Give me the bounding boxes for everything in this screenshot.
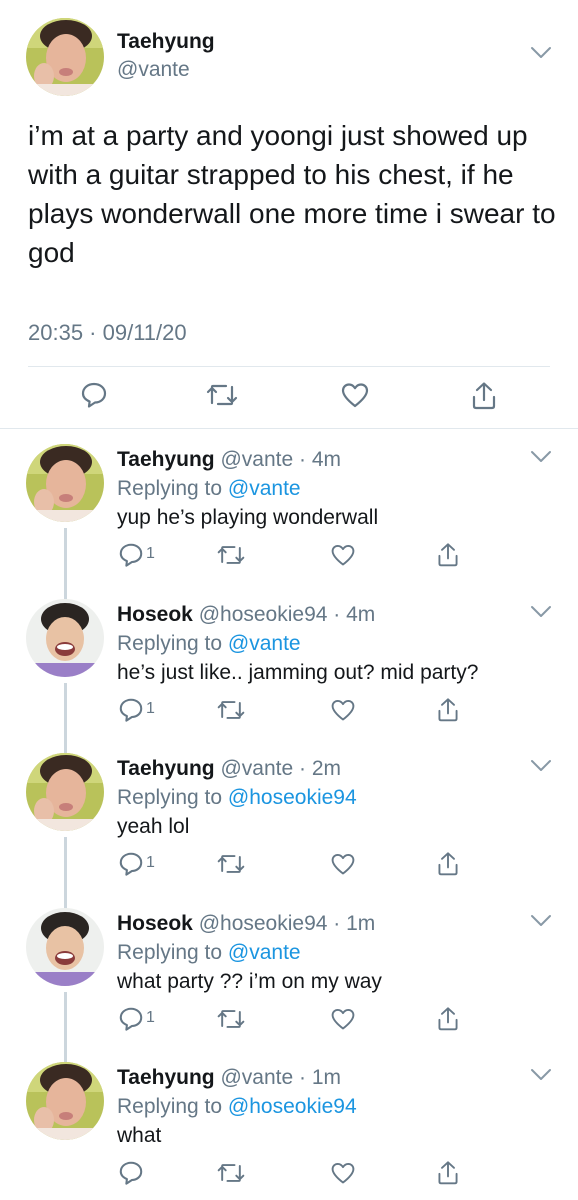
retweet-icon[interactable]: [216, 542, 246, 568]
replying-to-link[interactable]: @hoseokie94: [228, 1095, 357, 1118]
handle[interactable]: @hoseokie94: [199, 912, 328, 935]
tweet-text: yup he’s playing wonderwall: [117, 506, 379, 529]
tweet-time: · 4m: [333, 603, 376, 626]
reply-header: Hoseok @hoseokie94 · 4m: [117, 603, 375, 627]
replying-to-link[interactable]: @hoseokie94: [228, 786, 357, 809]
avatar[interactable]: [26, 18, 104, 96]
share-icon[interactable]: [436, 542, 460, 568]
reply-count: 1: [146, 854, 155, 871]
replying-to: Replying to @hoseokie94: [117, 786, 357, 810]
chevron-down-icon[interactable]: [530, 605, 552, 619]
tweet-timestamp: 20:35 · 09/11/20: [28, 320, 187, 345]
chevron-down-icon[interactable]: [530, 46, 552, 60]
reply-icon[interactable]: [118, 1160, 144, 1186]
replying-to: Replying to @vante: [117, 941, 301, 965]
handle[interactable]: @hoseokie94: [199, 603, 328, 626]
replying-to: Replying to @hoseokie94: [117, 1095, 357, 1119]
handle[interactable]: @vante: [117, 58, 190, 82]
reply-icon[interactable]: [80, 381, 108, 409]
reply-count: 1: [146, 700, 155, 717]
reply-tweet[interactable]: Hoseok @hoseokie94 · 4m Replying to @van…: [0, 595, 578, 757]
display-name[interactable]: Taehyung: [117, 1066, 215, 1089]
like-icon[interactable]: [330, 542, 356, 568]
chevron-down-icon[interactable]: [530, 759, 552, 773]
tweet-text: what: [117, 1124, 162, 1147]
chevron-down-icon[interactable]: [530, 1068, 552, 1082]
replying-to-label: Replying to: [117, 786, 228, 809]
reply-icon[interactable]: 1: [118, 697, 155, 723]
replying-to: Replying to @vante: [117, 477, 301, 501]
replying-to-label: Replying to: [117, 632, 228, 655]
hoseok-avatar[interactable]: [26, 599, 104, 677]
reply-tweet[interactable]: Taehyung @vante · 2m Replying to @hoseok…: [0, 749, 578, 911]
reply-header: Taehyung @vante · 1m: [117, 1066, 341, 1090]
tweet-time: · 2m: [299, 757, 342, 780]
reply-tweet[interactable]: Taehyung @vante · 4m Replying to @vante …: [0, 440, 578, 602]
tweet-text: i’m at a party and yoongi just showed up…: [28, 120, 556, 268]
replying-to-label: Replying to: [117, 1095, 228, 1118]
reply-count: 1: [146, 1009, 155, 1026]
retweet-icon[interactable]: [205, 381, 239, 409]
display-name[interactable]: Taehyung: [117, 30, 215, 54]
share-icon[interactable]: [436, 1160, 460, 1186]
taehyung-avatar[interactable]: [26, 1062, 104, 1140]
reply-count: 1: [146, 545, 155, 562]
replying-to-link[interactable]: @vante: [228, 477, 301, 500]
tweet-time: · 4m: [299, 448, 342, 471]
main-tweet: Taehyung @vante i’m at a party and yoong…: [0, 0, 578, 430]
share-icon[interactable]: [470, 381, 498, 411]
taehyung-avatar[interactable]: [26, 753, 104, 831]
share-icon[interactable]: [436, 851, 460, 877]
retweet-icon[interactable]: [216, 1160, 246, 1186]
hoseok-avatar[interactable]: [26, 908, 104, 986]
share-icon[interactable]: [436, 1006, 460, 1032]
tweet-text: he’s just like.. jamming out? mid party?: [117, 661, 479, 684]
display-name[interactable]: Hoseok: [117, 912, 193, 935]
divider: [28, 366, 550, 367]
replying-to-label: Replying to: [117, 941, 228, 964]
divider: [0, 428, 578, 429]
taehyung-avatar[interactable]: [26, 444, 104, 522]
like-icon[interactable]: [330, 1006, 356, 1032]
retweet-icon[interactable]: [216, 1006, 246, 1032]
replying-to-label: Replying to: [117, 477, 228, 500]
like-icon[interactable]: [330, 697, 356, 723]
reply-header: Hoseok @hoseokie94 · 1m: [117, 912, 375, 936]
reply-icon[interactable]: 1: [118, 851, 155, 877]
share-icon[interactable]: [436, 697, 460, 723]
handle[interactable]: @vante: [220, 757, 293, 780]
reply-header: Taehyung @vante · 2m: [117, 757, 341, 781]
chevron-down-icon[interactable]: [530, 450, 552, 464]
thread-line: [64, 528, 67, 602]
reply-tweet[interactable]: Hoseok @hoseokie94 · 1m Replying to @van…: [0, 904, 578, 1066]
retweet-icon[interactable]: [216, 697, 246, 723]
retweet-icon[interactable]: [216, 851, 246, 877]
tweet-time: · 1m: [333, 912, 376, 935]
thread-line: [64, 992, 67, 1066]
handle[interactable]: @vante: [220, 448, 293, 471]
reply-icon[interactable]: 1: [118, 542, 155, 568]
display-name[interactable]: Taehyung: [117, 448, 215, 471]
thread-line: [64, 683, 67, 757]
tweet-text: what party ?? i’m on my way: [117, 970, 382, 993]
display-name[interactable]: Taehyung: [117, 757, 215, 780]
like-icon[interactable]: [330, 1160, 356, 1186]
display-name[interactable]: Hoseok: [117, 603, 193, 626]
reply-tweet[interactable]: Taehyung @vante · 1m Replying to @hoseok…: [0, 1058, 578, 1200]
handle[interactable]: @vante: [220, 1066, 293, 1089]
replying-to-link[interactable]: @vante: [228, 941, 301, 964]
thread-line: [64, 837, 67, 911]
like-icon[interactable]: [340, 381, 370, 409]
like-icon[interactable]: [330, 851, 356, 877]
reply-header: Taehyung @vante · 4m: [117, 448, 341, 472]
tweet-text: yeah lol: [117, 815, 190, 838]
tweet-time: · 1m: [299, 1066, 342, 1089]
reply-icon[interactable]: 1: [118, 1006, 155, 1032]
chevron-down-icon[interactable]: [530, 914, 552, 928]
replying-to-link[interactable]: @vante: [228, 632, 301, 655]
replying-to: Replying to @vante: [117, 632, 301, 656]
